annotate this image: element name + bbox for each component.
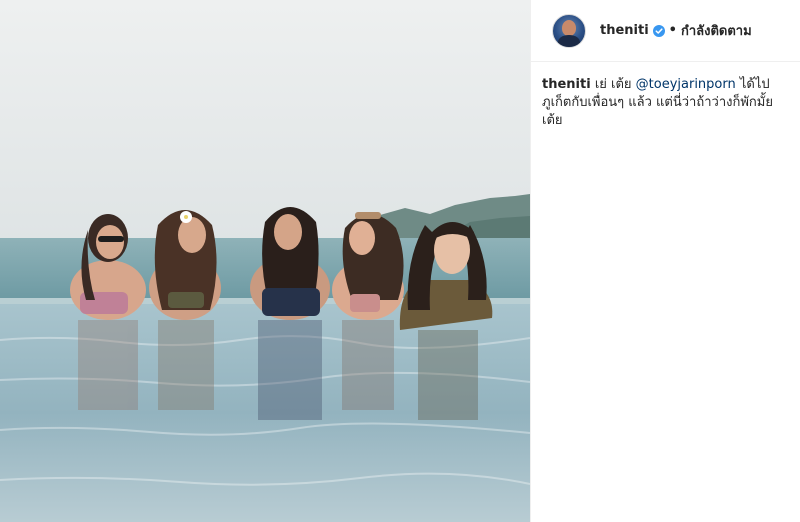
caption-mention-link[interactable]: @toeyjarinporn [636, 77, 736, 92]
separator-dot: • [668, 23, 677, 38]
caption-username-link[interactable]: theniti [542, 77, 591, 92]
avatar[interactable] [552, 13, 586, 48]
post-side-panel: theniti • กำลังติดตาม theniti เย่ เต้ย @… [530, 0, 800, 522]
person-2 [149, 210, 221, 320]
caption-text-before: เย่ เต้ย [594, 77, 632, 92]
post-header: theniti • กำลังติดตาม [531, 0, 800, 62]
post-photo[interactable] [0, 0, 530, 522]
following-button[interactable]: กำลังติดตาม [681, 20, 752, 41]
post-caption: theniti เย่ เต้ย @toeyjarinporn ได้ไปภูเ… [531, 62, 800, 130]
username-link[interactable]: theniti [600, 23, 649, 38]
verified-badge-icon [652, 24, 665, 37]
photo-pool-scene [0, 0, 530, 522]
